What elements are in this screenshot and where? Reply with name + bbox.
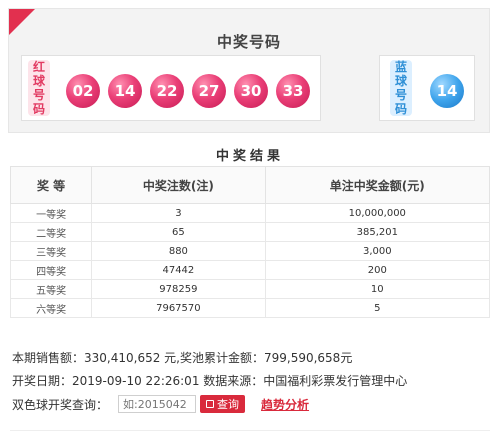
- panel-title: 中奖号码: [216, 33, 281, 51]
- search-icon: [206, 400, 215, 408]
- prize-level: 四等奖: [9, 260, 93, 280]
- prize-amount: 5: [264, 298, 491, 318]
- red-ball: 30: [234, 74, 268, 108]
- red-label-char: 号: [32, 88, 45, 102]
- red-ball: 33: [276, 74, 310, 108]
- winner-count: 47442: [91, 260, 266, 280]
- red-ball-label: 红 球 号 码: [28, 60, 50, 116]
- blue-label-char: 码: [394, 102, 407, 116]
- results-table: 奖 等 中奖注数(注) 单注中奖金额(元) 一等奖 3 10,000,000 二…: [9, 166, 491, 318]
- blue-balls-box: 蓝 球 号 码 14: [379, 55, 475, 121]
- results-title: 中奖结果: [215, 149, 284, 164]
- issue-search-input[interactable]: [118, 395, 197, 413]
- prize-amount: 3,000: [264, 241, 491, 261]
- blue-label-char: 蓝: [394, 60, 407, 74]
- table-row: 六等奖 7967570 5: [9, 298, 491, 318]
- header-level: 奖 等: [9, 166, 93, 204]
- table-row: 一等奖 3 10,000,000: [9, 203, 491, 223]
- blue-ball-label: 蓝 球 号 码: [390, 60, 412, 116]
- prize-level: 五等奖: [9, 279, 93, 299]
- trend-analysis-link[interactable]: 趋势分析: [261, 396, 309, 413]
- divider: [10, 430, 490, 431]
- sales-info: 本期销售额：330,410,652 元,奖池累计金额：799,590,658元: [12, 351, 353, 365]
- prize-level: 二等奖: [9, 222, 93, 242]
- table-header-row: 奖 等 中奖注数(注) 单注中奖金额(元): [9, 166, 491, 204]
- table-row: 四等奖 47442 200: [9, 260, 491, 280]
- table-row: 三等奖 880 3,000: [9, 241, 491, 261]
- red-ball: 14: [108, 74, 142, 108]
- red-label-char: 红: [32, 60, 45, 74]
- query-button-label: 查询: [217, 398, 240, 411]
- header-count: 中奖注数(注): [91, 166, 266, 204]
- prize-amount: 385,201: [264, 222, 491, 242]
- red-balls-box: 红 球 号 码 02 14 22 27 30 33: [21, 55, 321, 121]
- red-label-char: 球: [32, 74, 45, 88]
- prize-amount: 10,000,000: [264, 203, 491, 223]
- winning-numbers-panel: 中奖号码 红 球 号 码 02 14 22 27 30 33 蓝 球 号 码 1…: [8, 8, 490, 133]
- prize-level: 三等奖: [9, 241, 93, 261]
- prize-amount: 10: [264, 279, 491, 299]
- red-ball: 02: [66, 74, 100, 108]
- table-row: 二等奖 65 385,201: [9, 222, 491, 242]
- prize-level: 一等奖: [9, 203, 93, 223]
- red-ball: 22: [150, 74, 184, 108]
- blue-ball: 14: [430, 74, 464, 108]
- query-row: 双色球开奖查询： 查询 趋势分析: [12, 393, 309, 415]
- winner-count: 3: [91, 203, 266, 223]
- query-button[interactable]: 查询: [200, 395, 246, 413]
- prize-amount: 200: [264, 260, 491, 280]
- header-amount: 单注中奖金额(元): [264, 166, 491, 204]
- red-label-char: 码: [32, 102, 45, 116]
- prize-level: 六等奖: [9, 298, 93, 318]
- winner-count: 65: [91, 222, 266, 242]
- draw-info: 开奖日期：2019-09-10 22:26:01 数据来源：中国福利彩票发行管理…: [12, 374, 408, 388]
- winner-count: 978259: [91, 279, 266, 299]
- table-row: 五等奖 978259 10: [9, 279, 491, 299]
- winner-count: 7967570: [91, 298, 266, 318]
- winner-count: 880: [91, 241, 266, 261]
- query-label: 双色球开奖查询：: [12, 397, 109, 412]
- blue-label-char: 号: [394, 88, 407, 102]
- blue-label-char: 球: [394, 74, 407, 88]
- red-ball: 27: [192, 74, 226, 108]
